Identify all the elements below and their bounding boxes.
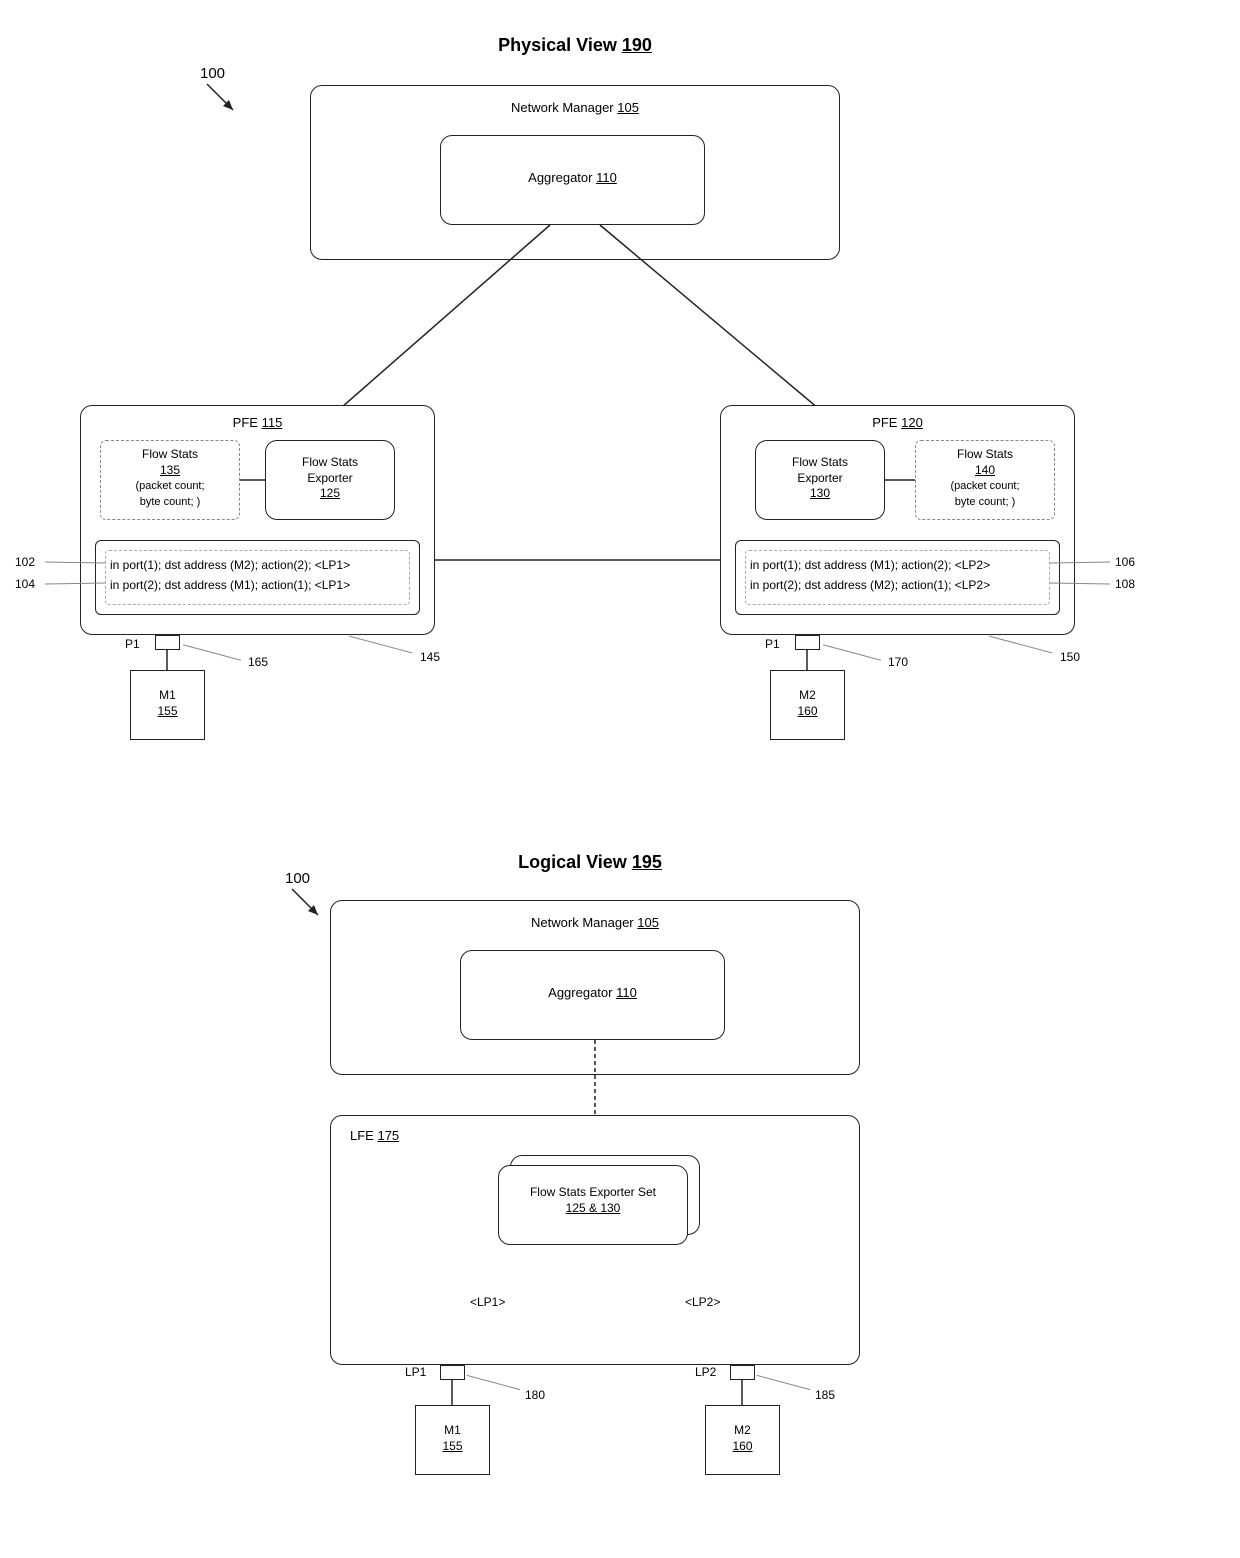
rule-102: in port(1); dst address (M2); action(2);… [110,558,410,574]
leader-185 [757,1375,810,1390]
pfe-115-label: PFE 115 [80,415,435,432]
port-p1-left-label: P1 [125,637,140,653]
network-manager-label: Network Manager 105 [310,100,840,117]
lp2-tag: <LP2> [685,1295,720,1311]
m1-label-log: M1155 [415,1423,490,1454]
aggregator-label-log: Aggregator 110 [460,985,725,1002]
rule-104: in port(2); dst address (M1); action(1);… [110,578,410,594]
ref-104: 104 [15,577,35,593]
leader-145 [349,636,412,654]
leader-165 [183,644,241,660]
leader-106 [1050,561,1110,563]
rule-108: in port(2); dst address (M2); action(1);… [750,578,1050,594]
ref-106: 106 [1115,555,1135,571]
exporter-125-label: Flow StatsExporter125 [265,455,395,502]
arrow-icon [205,82,245,122]
ref-145: 145 [420,650,440,666]
system-ref-100-log: 100 [285,870,310,887]
flow-stats-135-label: Flow Stats135(packet count;byte count; ) [100,447,240,509]
lp1-port [440,1365,465,1380]
ref-180: 180 [525,1388,545,1404]
logical-view-title: Logical View 195 [450,852,730,873]
exporter-set-label: Flow Stats Exporter Set125 & 130 [498,1185,688,1216]
pfe-120-label: PFE 120 [720,415,1075,432]
ref-150: 150 [1060,650,1080,666]
m2-label-log: M2160 [705,1423,780,1454]
m1-label: M1155 [130,688,205,719]
leader-102 [45,561,105,563]
lp1-port-label: LP1 [405,1365,426,1381]
lp1-tag: <LP1> [470,1295,505,1311]
port-p1-right-label: P1 [765,637,780,653]
port-p1-left [155,635,180,650]
leader-180 [467,1375,520,1390]
port-p1-right [795,635,820,650]
network-manager-label-log: Network Manager 105 [330,915,860,932]
ref-170: 170 [888,655,908,671]
lfe-175-label: LFE 175 [350,1128,399,1145]
leader-150 [989,636,1052,654]
ref-165: 165 [248,655,268,671]
rule-106: in port(1); dst address (M1); action(2);… [750,558,1050,574]
system-ref-100-phys: 100 [200,65,225,82]
ref-185: 185 [815,1388,835,1404]
flow-stats-140-label: Flow Stats140(packet count;byte count; ) [915,447,1055,509]
ref-102: 102 [15,555,35,571]
physical-view-title: Physical View 190 [435,35,715,56]
arrow-icon-2 [290,887,330,927]
exporter-130-label: Flow StatsExporter130 [755,455,885,502]
lp2-port-label: LP2 [695,1365,716,1381]
aggregator-label: Aggregator 110 [440,170,705,187]
leader-170 [823,644,881,660]
m2-label: M2160 [770,688,845,719]
lp2-port [730,1365,755,1380]
ref-108: 108 [1115,577,1135,593]
